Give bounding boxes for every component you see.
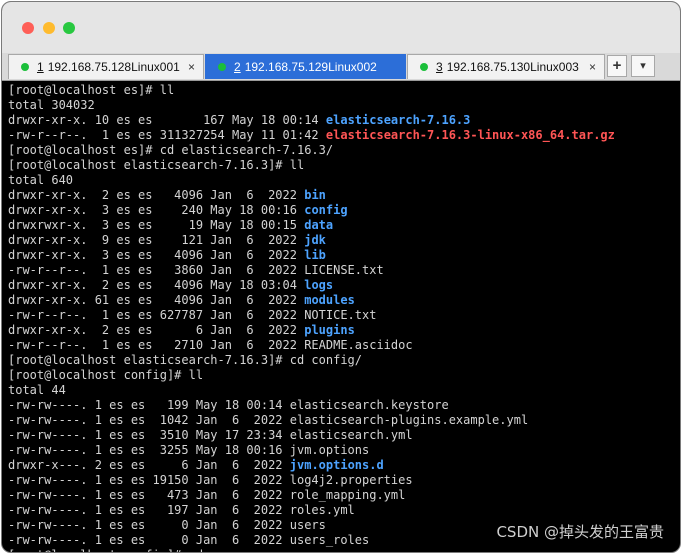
terminal-line: drwxr-xr-x. 2 es es 4096 May 18 03:04 lo…	[8, 278, 680, 293]
line-text: total 44	[8, 383, 66, 397]
line-text: -rw-rw----. 1 es es 199 May 18 00:14 ela…	[8, 398, 449, 412]
line-text: -rw-rw----. 1 es es 0 Jan 6 2022 users	[8, 518, 326, 532]
terminal-line: total 640	[8, 173, 680, 188]
terminal-line: -rw-rw----. 1 es es 3255 May 18 00:16 jv…	[8, 443, 680, 458]
terminal-line: drwxr-xr-x. 3 es es 4096 Jan 6 2022 lib	[8, 248, 680, 263]
add-tab-button[interactable]: +	[607, 55, 627, 77]
terminal-line: -rw-r--r--. 1 es es 311327254 May 11 01:…	[8, 128, 680, 143]
line-text: drwxr-xr-x. 61 es es 4096 Jan 6 2022	[8, 293, 305, 307]
line-text: drwxr-x---. 2 es es 6 Jan 6 2022	[8, 458, 290, 472]
minimize-window-button[interactable]	[43, 22, 55, 34]
line-text: [root@localhost elasticsearch-7.16.3]# l…	[8, 158, 305, 172]
directory-name: bin	[304, 188, 326, 202]
close-tab-icon[interactable]: ×	[188, 60, 195, 74]
terminal-line: -rw-r--r--. 1 es es 2710 Jan 6 2022 READ…	[8, 338, 680, 353]
terminal-line: -rw-rw----. 1 es es 199 May 18 00:14 ela…	[8, 398, 680, 413]
terminal-line: [root@localhost es]# ll	[8, 83, 680, 98]
line-text: drwxr-xr-x. 3 es es 240 May 18 00:16	[8, 203, 305, 217]
tab-list-menu-button[interactable]: ▾	[631, 55, 655, 77]
line-text: -rw-rw----. 1 es es 473 Jan 6 2022 role_…	[8, 488, 406, 502]
line-text: -rw-rw----. 1 es es 0 Jan 6 2022 users_r…	[8, 533, 370, 547]
watermark: CSDN @掉头发的王富贵	[496, 523, 664, 541]
terminal-line: drwxrwxr-x. 3 es es 19 May 18 00:15 data	[8, 218, 680, 233]
line-text: -rw-rw----. 1 es es 3255 May 18 00:16 jv…	[8, 443, 370, 457]
terminal-line: [root@localhost config]# cd ..	[8, 548, 680, 552]
terminal-line: [root@localhost elasticsearch-7.16.3]# c…	[8, 353, 680, 368]
directory-name: logs	[304, 278, 334, 292]
directory-name: config	[304, 203, 348, 217]
tab-number: 1	[37, 60, 44, 74]
directory-name: jdk	[304, 233, 326, 247]
line-text: drwxr-xr-x. 3 es es 4096 Jan 6 2022	[8, 248, 305, 262]
terminal-line: total 44	[8, 383, 680, 398]
maximize-window-button[interactable]	[63, 22, 75, 34]
tab-label: 192.168.75.130Linux003	[446, 60, 579, 74]
line-text: -rw-r--r--. 1 es es 3860 Jan 6 2022 LICE…	[8, 263, 384, 277]
line-text: [root@localhost config]# cd ..	[8, 548, 225, 552]
line-text: drwxr-xr-x. 2 es es 4096 May 18 03:04	[8, 278, 305, 292]
terminal-line: drwxr-x---. 2 es es 6 Jan 6 2022 jvm.opt…	[8, 458, 680, 473]
line-text: -rw-rw----. 1 es es 3510 May 17 23:34 el…	[8, 428, 413, 442]
terminal-line: drwxr-xr-x. 2 es es 6 Jan 6 2022 plugins	[8, 323, 680, 338]
tab-session-3[interactable]: 3 192.168.75.130Linux003 ×	[407, 54, 605, 79]
line-text: drwxr-xr-x. 10 es es 167 May 18 00:14	[8, 113, 326, 127]
line-text: -rw-r--r--. 1 es es 311327254 May 11 01:…	[8, 128, 326, 142]
tab-number: 3	[436, 60, 443, 74]
directory-name: plugins	[304, 323, 355, 337]
directory-name: elasticsearch-7.16.3	[325, 113, 471, 127]
line-text: [root@localhost elasticsearch-7.16.3]# c…	[8, 353, 363, 367]
tab-session-1[interactable]: 1 192.168.75.128Linux001 ×	[8, 54, 204, 79]
line-text: -rw-rw----. 1 es es 19150 Jan 6 2022 log…	[8, 473, 413, 487]
session-tab-bar: 1 192.168.75.128Linux001 × 2 192.168.75.…	[2, 53, 680, 81]
terminal-output[interactable]: [root@localhost es]# ll total 304032 drwxr…	[8, 83, 680, 552]
connected-status-icon	[21, 63, 29, 71]
tab-session-2[interactable]: 2 192.168.75.129Linux002	[205, 54, 406, 79]
line-text: total 640	[8, 173, 74, 187]
directory-name: jvm.options.d	[289, 458, 384, 472]
directory-name: lib	[304, 248, 326, 262]
line-text: [root@localhost config]# ll	[8, 368, 204, 382]
terminal-line: -rw-r--r--. 1 es es 3860 Jan 6 2022 LICE…	[8, 263, 680, 278]
line-text: drwxr-xr-x. 2 es es 4096 Jan 6 2022	[8, 188, 305, 202]
connected-status-icon	[218, 63, 226, 71]
close-window-button[interactable]	[22, 22, 34, 34]
terminal-line: total 304032	[8, 98, 680, 113]
terminal-window: 1 192.168.75.128Linux001 × 2 192.168.75.…	[1, 1, 681, 553]
line-text: [root@localhost es]# cd elasticsearch-7.…	[8, 143, 334, 157]
line-text: -rw-rw----. 1 es es 1042 Jan 6 2022 elas…	[8, 413, 529, 427]
terminal-line: [root@localhost elasticsearch-7.16.3]# l…	[8, 158, 680, 173]
terminal-line: -rw-rw----. 1 es es 473 Jan 6 2022 role_…	[8, 488, 680, 503]
terminal-line: [root@localhost es]# cd elasticsearch-7.…	[8, 143, 680, 158]
line-text: -rw-r--r--. 1 es es 2710 Jan 6 2022 READ…	[8, 338, 413, 352]
title-bar	[2, 2, 680, 53]
line-text: [root@localhost es]# ll	[8, 83, 175, 97]
line-text: drwxr-xr-x. 2 es es 6 Jan 6 2022	[8, 323, 305, 337]
terminal-line: -rw-rw----. 1 es es 3510 May 17 23:34 el…	[8, 428, 680, 443]
connected-status-icon	[420, 63, 428, 71]
terminal-line: -rw-rw----. 1 es es 1042 Jan 6 2022 elas…	[8, 413, 680, 428]
terminal-line: drwxr-xr-x. 9 es es 121 Jan 6 2022 jdk	[8, 233, 680, 248]
directory-name: data	[304, 218, 334, 232]
line-text: drwxr-xr-x. 9 es es 121 Jan 6 2022	[8, 233, 305, 247]
terminal-line: drwxr-xr-x. 61 es es 4096 Jan 6 2022 mod…	[8, 293, 680, 308]
terminal-line: drwxr-xr-x. 3 es es 240 May 18 00:16 con…	[8, 203, 680, 218]
terminal-line: [root@localhost config]# ll	[8, 368, 680, 383]
line-text: -rw-r--r--. 1 es es 627787 Jan 6 2022 NO…	[8, 308, 377, 322]
terminal-line: -rw-rw----. 1 es es 197 Jan 6 2022 roles…	[8, 503, 680, 518]
line-text: -rw-rw----. 1 es es 197 Jan 6 2022 roles…	[8, 503, 355, 517]
line-text: drwxrwxr-x. 3 es es 19 May 18 00:15	[8, 218, 305, 232]
tab-label: 192.168.75.129Linux002	[244, 60, 377, 74]
tab-label: 192.168.75.128Linux001	[47, 60, 180, 74]
archive-file-name: elasticsearch-7.16.3-linux-x86_64.tar.gz	[325, 128, 615, 142]
directory-name: modules	[304, 293, 355, 307]
terminal-line: drwxr-xr-x. 2 es es 4096 Jan 6 2022 bin	[8, 188, 680, 203]
terminal-line: -rw-r--r--. 1 es es 627787 Jan 6 2022 NO…	[8, 308, 680, 323]
terminal-line: drwxr-xr-x. 10 es es 167 May 18 00:14 el…	[8, 113, 680, 128]
terminal-line: -rw-rw----. 1 es es 19150 Jan 6 2022 log…	[8, 473, 680, 488]
close-tab-icon[interactable]: ×	[589, 60, 596, 74]
line-text: total 304032	[8, 98, 95, 112]
tab-number: 2	[234, 60, 241, 74]
